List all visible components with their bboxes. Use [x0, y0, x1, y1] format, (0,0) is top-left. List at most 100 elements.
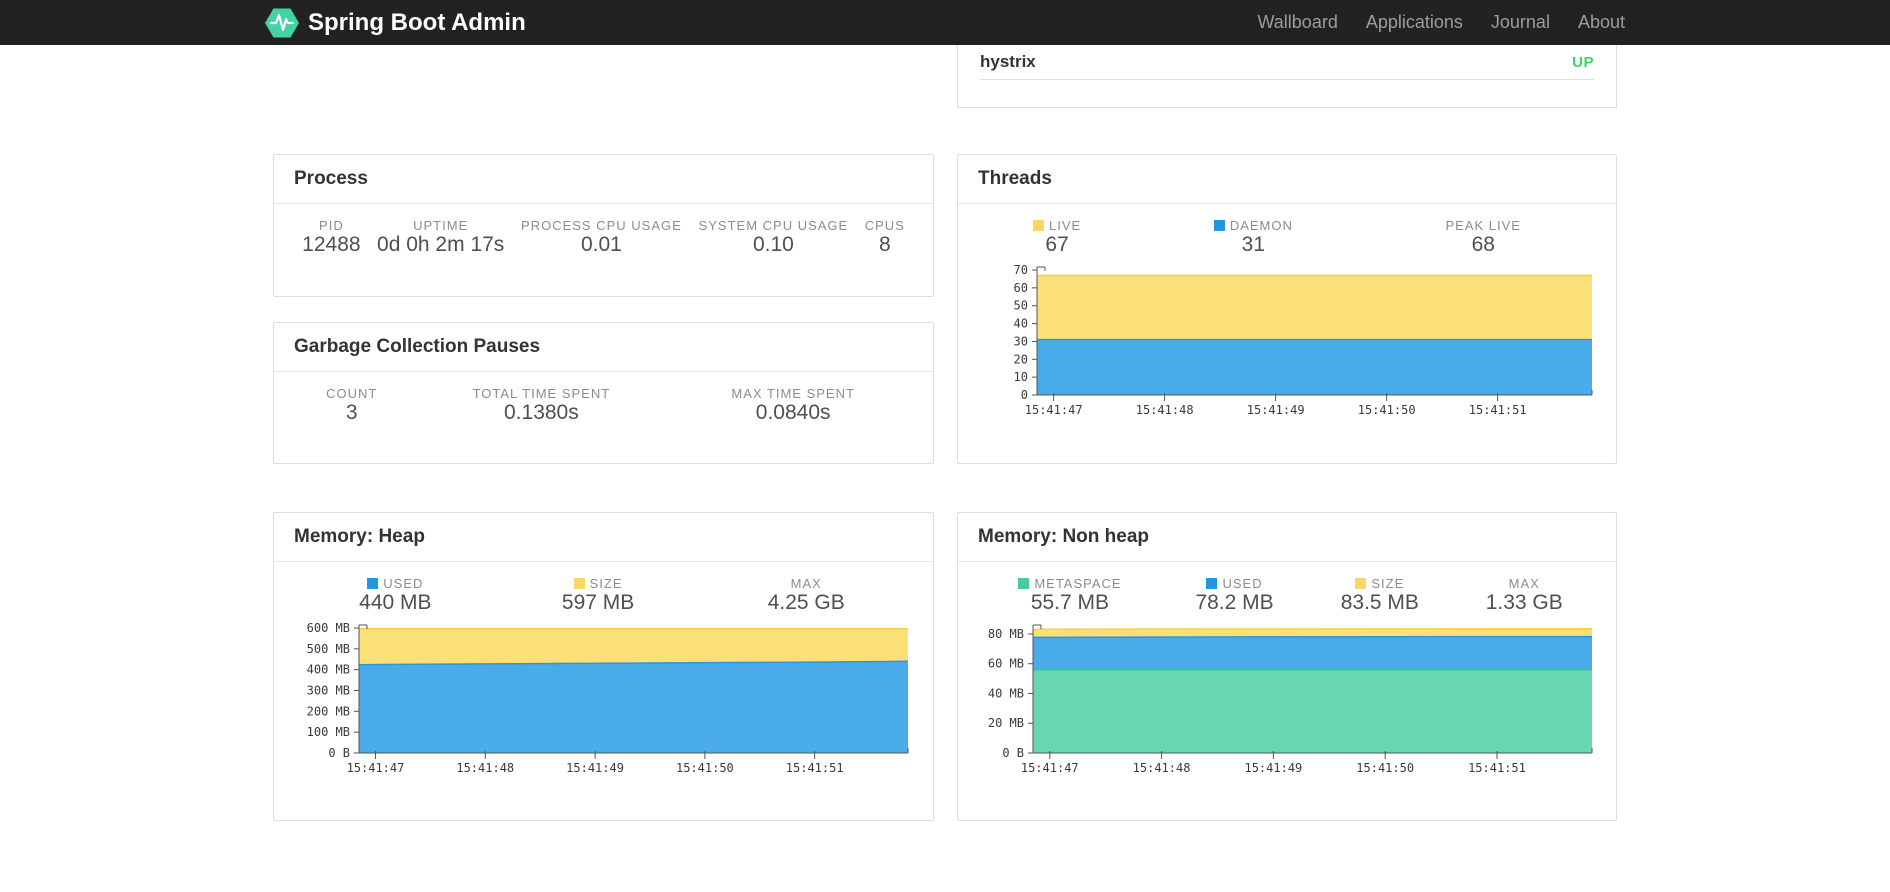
y-tick-label: 70	[1013, 265, 1027, 277]
legend-swatch-metaspace	[1018, 578, 1030, 589]
navbar: Spring Boot Admin Wallboard Applications J…	[0, 0, 1890, 45]
stat-value-total-time-spent: 0.1380s	[504, 401, 579, 424]
process-card-title: Process	[274, 155, 933, 204]
y-tick-label: 300 MB	[307, 684, 350, 698]
nav-links: Wallboard Applications Journal About	[1243, 0, 1625, 45]
legend-swatch-daemon	[1213, 220, 1225, 231]
application-name: hystrix	[980, 52, 1036, 71]
stat-value-process-cpu-usage: 0.01	[580, 233, 622, 256]
gc-pauses-card: Garbage Collection Pauses COUNT TOTAL TIM…	[273, 322, 934, 464]
nav-link-about[interactable]: About	[1564, 0, 1625, 45]
y-tick-label: 400 MB	[307, 663, 350, 677]
y-tick-label: 100 MB	[307, 725, 350, 739]
nav-item-journal: Journal	[1477, 0, 1564, 45]
stat-value-pid: 12488	[302, 233, 361, 256]
nav-link-applications[interactable]: Applications	[1352, 0, 1477, 45]
stat-value-count: 3	[345, 401, 358, 424]
memory-nonheap-card: Memory: Non heap METASPACE USED SIZE MAX 55.…	[957, 512, 1617, 821]
y-tick-label: 200 MB	[307, 704, 350, 718]
stat-value-used: 78.2 MB	[1195, 591, 1274, 614]
status-badge: UP	[1572, 53, 1594, 71]
x-tick-label: 15:41:47	[1024, 403, 1082, 417]
memory-heap-chart: 0 B 100 MB 200 MB 300 MB 400 MB 500 MB 600 MB 1…	[307, 623, 909, 775]
area-metaspace	[1032, 670, 1592, 753]
brand-logo-icon	[265, 8, 299, 37]
nav-link-journal[interactable]: Journal	[1477, 0, 1564, 45]
stat-value-cpus: 8	[878, 233, 891, 256]
stat-label-uptime: UPTIME	[413, 218, 469, 233]
legend-swatch-used	[367, 578, 379, 589]
x-tick-label: 15:41:50	[676, 761, 734, 775]
memory-nonheap-chart: 0 B 20 MB 40 MB 60 MB 80 MB 15:41:47 15:41:48 1…	[987, 624, 1592, 775]
stat-value-max: 1.33 GB	[1485, 591, 1563, 614]
stat-value-metaspace: 55.7 MB	[1030, 591, 1110, 614]
y-tick-label: 80 MB	[987, 627, 1023, 641]
stat-label-process-cpu-usage: PROCESS CPU USAGE	[521, 218, 682, 233]
stat-label-max: MAX	[1508, 576, 1540, 591]
stat-label-cpus: CPUS	[864, 218, 905, 233]
x-tick-label: 15:41:49	[566, 761, 624, 775]
x-tick-label: 15:41:50	[1357, 403, 1415, 417]
stat-value-system-cpu-usage: 0.10	[752, 233, 794, 256]
x-tick-label: 15:41:51	[1468, 403, 1526, 417]
x-tick-label: 15:41:51	[1468, 761, 1526, 775]
threads-card-title: Threads	[958, 155, 1616, 204]
stat-value-size: 83.5 MB	[1340, 591, 1419, 614]
x-tick-label: 15:41:49	[1246, 403, 1304, 417]
brand-link[interactable]: Spring Boot Admin	[265, 8, 526, 38]
threads-chart: 0 10 20 30 40 50 60 70 15:41:47 15:41:48 15:41:49 1…	[1013, 265, 1592, 417]
y-tick-label: 10	[1013, 370, 1027, 384]
nav-item-wallboard: Wallboard	[1243, 0, 1351, 45]
nav-item-about: About	[1564, 0, 1625, 45]
gc-card-title: Garbage Collection Pauses	[274, 323, 933, 372]
area-edge-size	[1032, 627, 1592, 630]
legend-swatch-size	[573, 578, 585, 589]
y-tick-label: 40	[1013, 317, 1027, 331]
stat-label-system-cpu-usage: SYSTEM CPU USAGE	[698, 218, 849, 233]
main-content: Process PID UPTIME PROCESS CPU USAGE SYSTEM…	[273, 45, 1617, 821]
stat-value-max-time-spent: 0.0840s	[755, 401, 831, 424]
stat-label-total-time-spent: TOTAL TIME SPENT	[472, 386, 611, 401]
y-tick-label: 60	[1013, 281, 1027, 295]
x-tick-label: 15:41:48	[1132, 761, 1190, 775]
brand-title: Spring Boot Admin	[308, 8, 526, 36]
stat-value-peak-live: 68	[1471, 233, 1495, 256]
stat-label-size: SIZE	[1307, 576, 1452, 591]
y-tick-label: 30	[1013, 334, 1027, 348]
y-tick-label: 20 MB	[987, 716, 1023, 730]
stat-label-metaspace: METASPACE	[978, 576, 1162, 591]
nav-item-applications: Applications	[1352, 0, 1477, 45]
y-tick-label: 0 B	[328, 746, 350, 760]
threads-card: Threads LIVE DAEMON PEAK LIVE 67 31 68 0 10 20 3…	[957, 154, 1617, 464]
legend-swatch-used	[1206, 578, 1218, 589]
nav-link-wallboard[interactable]: Wallboard	[1243, 0, 1351, 45]
stat-label-max-time-spent: MAX TIME SPENT	[731, 386, 855, 401]
x-tick-label: 15:41:47	[1020, 761, 1078, 775]
stat-label-peak-live: PEAK LIVE	[1445, 218, 1521, 233]
memory-heap-card: Memory: Heap USED SIZE MAX 440 MB 597 MB 4.25…	[273, 512, 934, 821]
y-tick-label: 50	[1013, 299, 1027, 313]
y-tick-label: 60 MB	[987, 657, 1023, 671]
stat-value-used: 440 MB	[359, 591, 432, 614]
stat-label-max: MAX	[790, 576, 822, 591]
nonheap-card-title: Memory: Non heap	[958, 513, 1616, 562]
stat-label-used: USED	[1162, 576, 1307, 591]
heap-card-title: Memory: Heap	[274, 513, 933, 562]
stat-label-pid: PID	[319, 218, 344, 233]
area-daemon	[1036, 339, 1592, 395]
x-tick-label: 15:41:48	[1135, 403, 1193, 417]
applications-card-fragment: hystrix UP	[957, 45, 1617, 108]
y-tick-label: 0 B	[1002, 746, 1024, 760]
stat-value-size: 597 MB	[561, 591, 635, 614]
stat-value-max: 4.25 GB	[767, 591, 845, 614]
area-edge-used	[1032, 635, 1592, 639]
application-row-hystrix[interactable]: hystrix UP	[980, 45, 1594, 80]
process-card: Process PID UPTIME PROCESS CPU USAGE SYSTEM…	[273, 154, 934, 297]
stat-value-daemon: 31	[1241, 233, 1266, 256]
x-tick-label: 15:41:51	[786, 761, 844, 775]
x-tick-label: 15:41:48	[456, 761, 514, 775]
stat-value-uptime: 0d 0h 2m 17s	[377, 233, 505, 256]
legend-swatch-size	[1355, 578, 1367, 589]
stat-label-used: USED	[294, 576, 497, 591]
y-tick-label: 600 MB	[307, 623, 350, 635]
